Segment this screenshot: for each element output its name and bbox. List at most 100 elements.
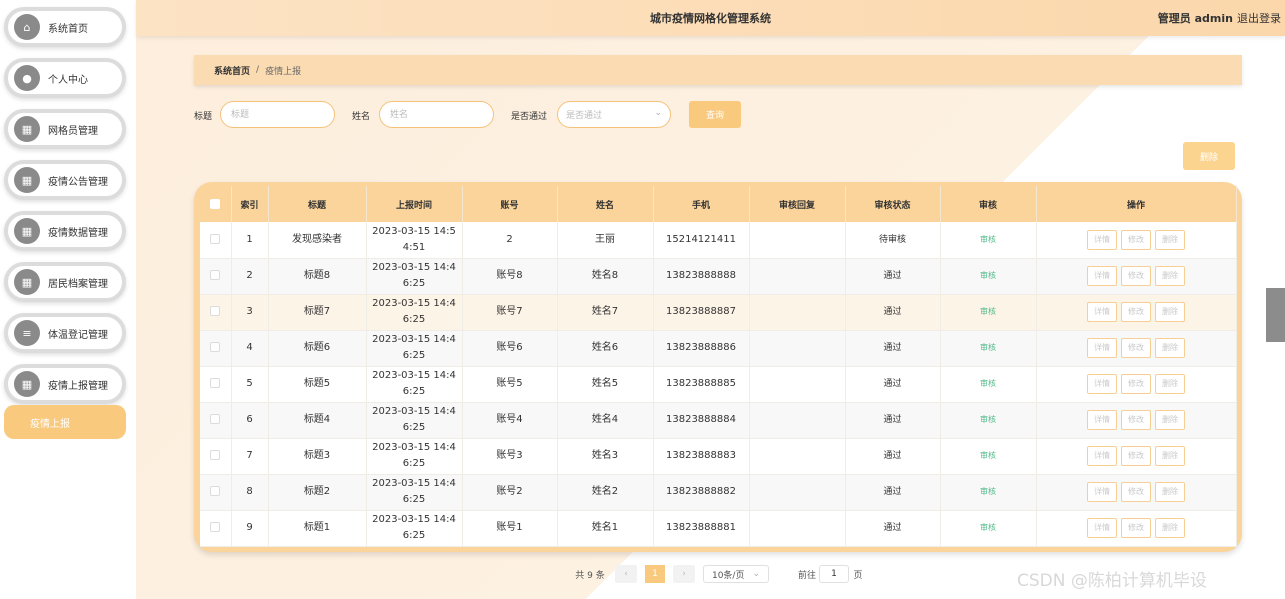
grid-icon: ▦ [14,218,40,244]
cell-reply [749,402,846,439]
row-checkbox[interactable] [210,414,221,424]
row-select-cell[interactable] [200,366,232,403]
detail-button[interactable]: 详情 [1087,302,1117,322]
edit-button[interactable]: 修改 [1121,518,1151,538]
cell-phone: 13823888881 [653,510,750,547]
batch-delete-button[interactable]: 删除 [1183,142,1235,170]
breadcrumb-current: 疫情上报 [265,66,302,77]
edit-button[interactable]: 修改 [1121,374,1151,394]
edit-button[interactable]: 修改 [1121,302,1151,322]
review-link[interactable]: 审核 [980,235,996,244]
review-link[interactable]: 审核 [980,271,996,280]
cell-account: 账号3 [462,438,558,475]
review-link[interactable]: 审核 [980,307,996,316]
row-checkbox[interactable] [210,342,221,352]
detail-button[interactable]: 详情 [1087,482,1117,502]
query-button[interactable]: 查询 [689,101,741,128]
sidebar-item-2[interactable]: ● 个人中心 [4,58,126,98]
detail-button[interactable]: 详情 [1087,266,1117,286]
sidebar-item-3[interactable]: ▦ 网格员管理 [4,109,126,149]
home-icon: ⌂ [14,14,40,40]
current-user: 管理员 admin [1157,12,1233,25]
delete-button[interactable]: 删除 [1155,229,1185,250]
sidebar-item-4[interactable]: ▦ 疫情公告管理 [4,160,126,200]
cell-status: 待审核 [845,222,941,259]
cell-account: 账号4 [462,402,558,439]
delete-button[interactable]: 删除 [1155,518,1185,538]
detail-button[interactable]: 详情 [1087,410,1117,430]
review-link[interactable]: 审核 [980,415,996,424]
sidebar-item-1[interactable]: ⌂ 系统首页 [4,7,126,47]
row-select-cell[interactable] [200,474,232,511]
column-header: 上报时间 [366,186,463,222]
list-icon: ≡ [14,320,40,346]
row-select-cell[interactable] [200,222,232,259]
detail-button[interactable]: 详情 [1087,338,1117,358]
row-checkbox[interactable] [210,486,221,496]
cell-actions: 详情 修改 删除 [1036,222,1237,259]
name-search-input[interactable] [379,101,494,128]
edit-button[interactable]: 修改 [1121,338,1151,358]
edit-button[interactable]: 修改 [1121,410,1151,430]
delete-button[interactable]: 删除 [1155,266,1185,286]
submenu-item-epidemic-report[interactable]: 疫情上报 [4,405,126,439]
detail-button[interactable]: 详情 [1087,446,1117,466]
logout-link[interactable]: 退出登录 [1237,10,1281,26]
page-1-button[interactable]: 1 [645,565,665,583]
review-link[interactable]: 审核 [980,487,996,496]
select-all-checkbox[interactable] [210,198,221,209]
chevron-down-icon: ⌄ [654,108,662,118]
sidebar-item-5[interactable]: ▦ 疫情数据管理 [4,211,126,251]
title-search-input[interactable] [220,101,335,128]
goto-page-input[interactable]: 1 [819,565,849,583]
row-checkbox[interactable] [210,378,221,388]
review-link[interactable]: 审核 [980,343,996,352]
row-select-cell[interactable] [200,402,232,439]
delete-button[interactable]: 删除 [1155,410,1185,430]
review-link[interactable]: 审核 [980,451,996,460]
edit-button[interactable]: 修改 [1121,446,1151,466]
page-size-select[interactable]: 10条/页 ⌄ [703,565,769,583]
delete-button[interactable]: 删除 [1155,302,1185,322]
edit-button[interactable]: 修改 [1121,229,1151,250]
review-link[interactable]: 审核 [980,379,996,388]
row-checkbox[interactable] [210,450,221,460]
cell-reply [749,510,846,547]
table-row: 9 标题1 2023-03-15 14:4 6:25 账号1 姓名1 1382388888… [200,510,1237,547]
row-select-cell[interactable] [200,438,232,475]
cell-name: 姓名4 [557,402,654,439]
detail-button[interactable]: 详情 [1087,518,1117,538]
cell-index: 8 [231,474,269,511]
cell-index: 4 [231,330,269,367]
row-checkbox[interactable] [210,522,221,532]
detail-button[interactable]: 详情 [1087,229,1117,250]
delete-button[interactable]: 删除 [1155,482,1185,502]
cell-status: 通过 [845,474,941,511]
detail-button[interactable]: 详情 [1087,374,1117,394]
cell-phone: 15214121411 [653,222,750,259]
review-link[interactable]: 审核 [980,523,996,532]
breadcrumb-home[interactable]: 系统首页 [214,64,250,77]
row-select-cell[interactable] [200,510,232,547]
row-select-cell[interactable] [200,294,232,331]
scrollbar-handle[interactable] [1266,288,1285,342]
edit-button[interactable]: 修改 [1121,482,1151,502]
row-checkbox[interactable] [210,270,221,280]
passed-select[interactable]: 是否通过 ⌄ [557,101,671,128]
delete-button[interactable]: 删除 [1155,446,1185,466]
row-checkbox[interactable] [210,306,221,316]
delete-button[interactable]: 删除 [1155,338,1185,358]
prev-page-button[interactable]: ‹ [615,565,637,583]
row-select-cell[interactable] [200,258,232,295]
next-page-button[interactable]: › [673,565,695,583]
sidebar-item-6[interactable]: ▦ 居民档案管理 [4,262,126,302]
row-checkbox[interactable] [210,233,221,244]
sidebar-item-7[interactable]: ≡ 体温登记管理 [4,313,126,353]
row-select-cell[interactable] [200,330,232,367]
edit-button[interactable]: 修改 [1121,266,1151,286]
delete-button[interactable]: 删除 [1155,374,1185,394]
cell-title: 标题7 [268,294,367,331]
sidebar-item-8[interactable]: ▦ 疫情上报管理 [4,364,126,404]
select-all-cell[interactable] [200,186,232,222]
chevron-down-icon: ⌄ [752,569,761,579]
